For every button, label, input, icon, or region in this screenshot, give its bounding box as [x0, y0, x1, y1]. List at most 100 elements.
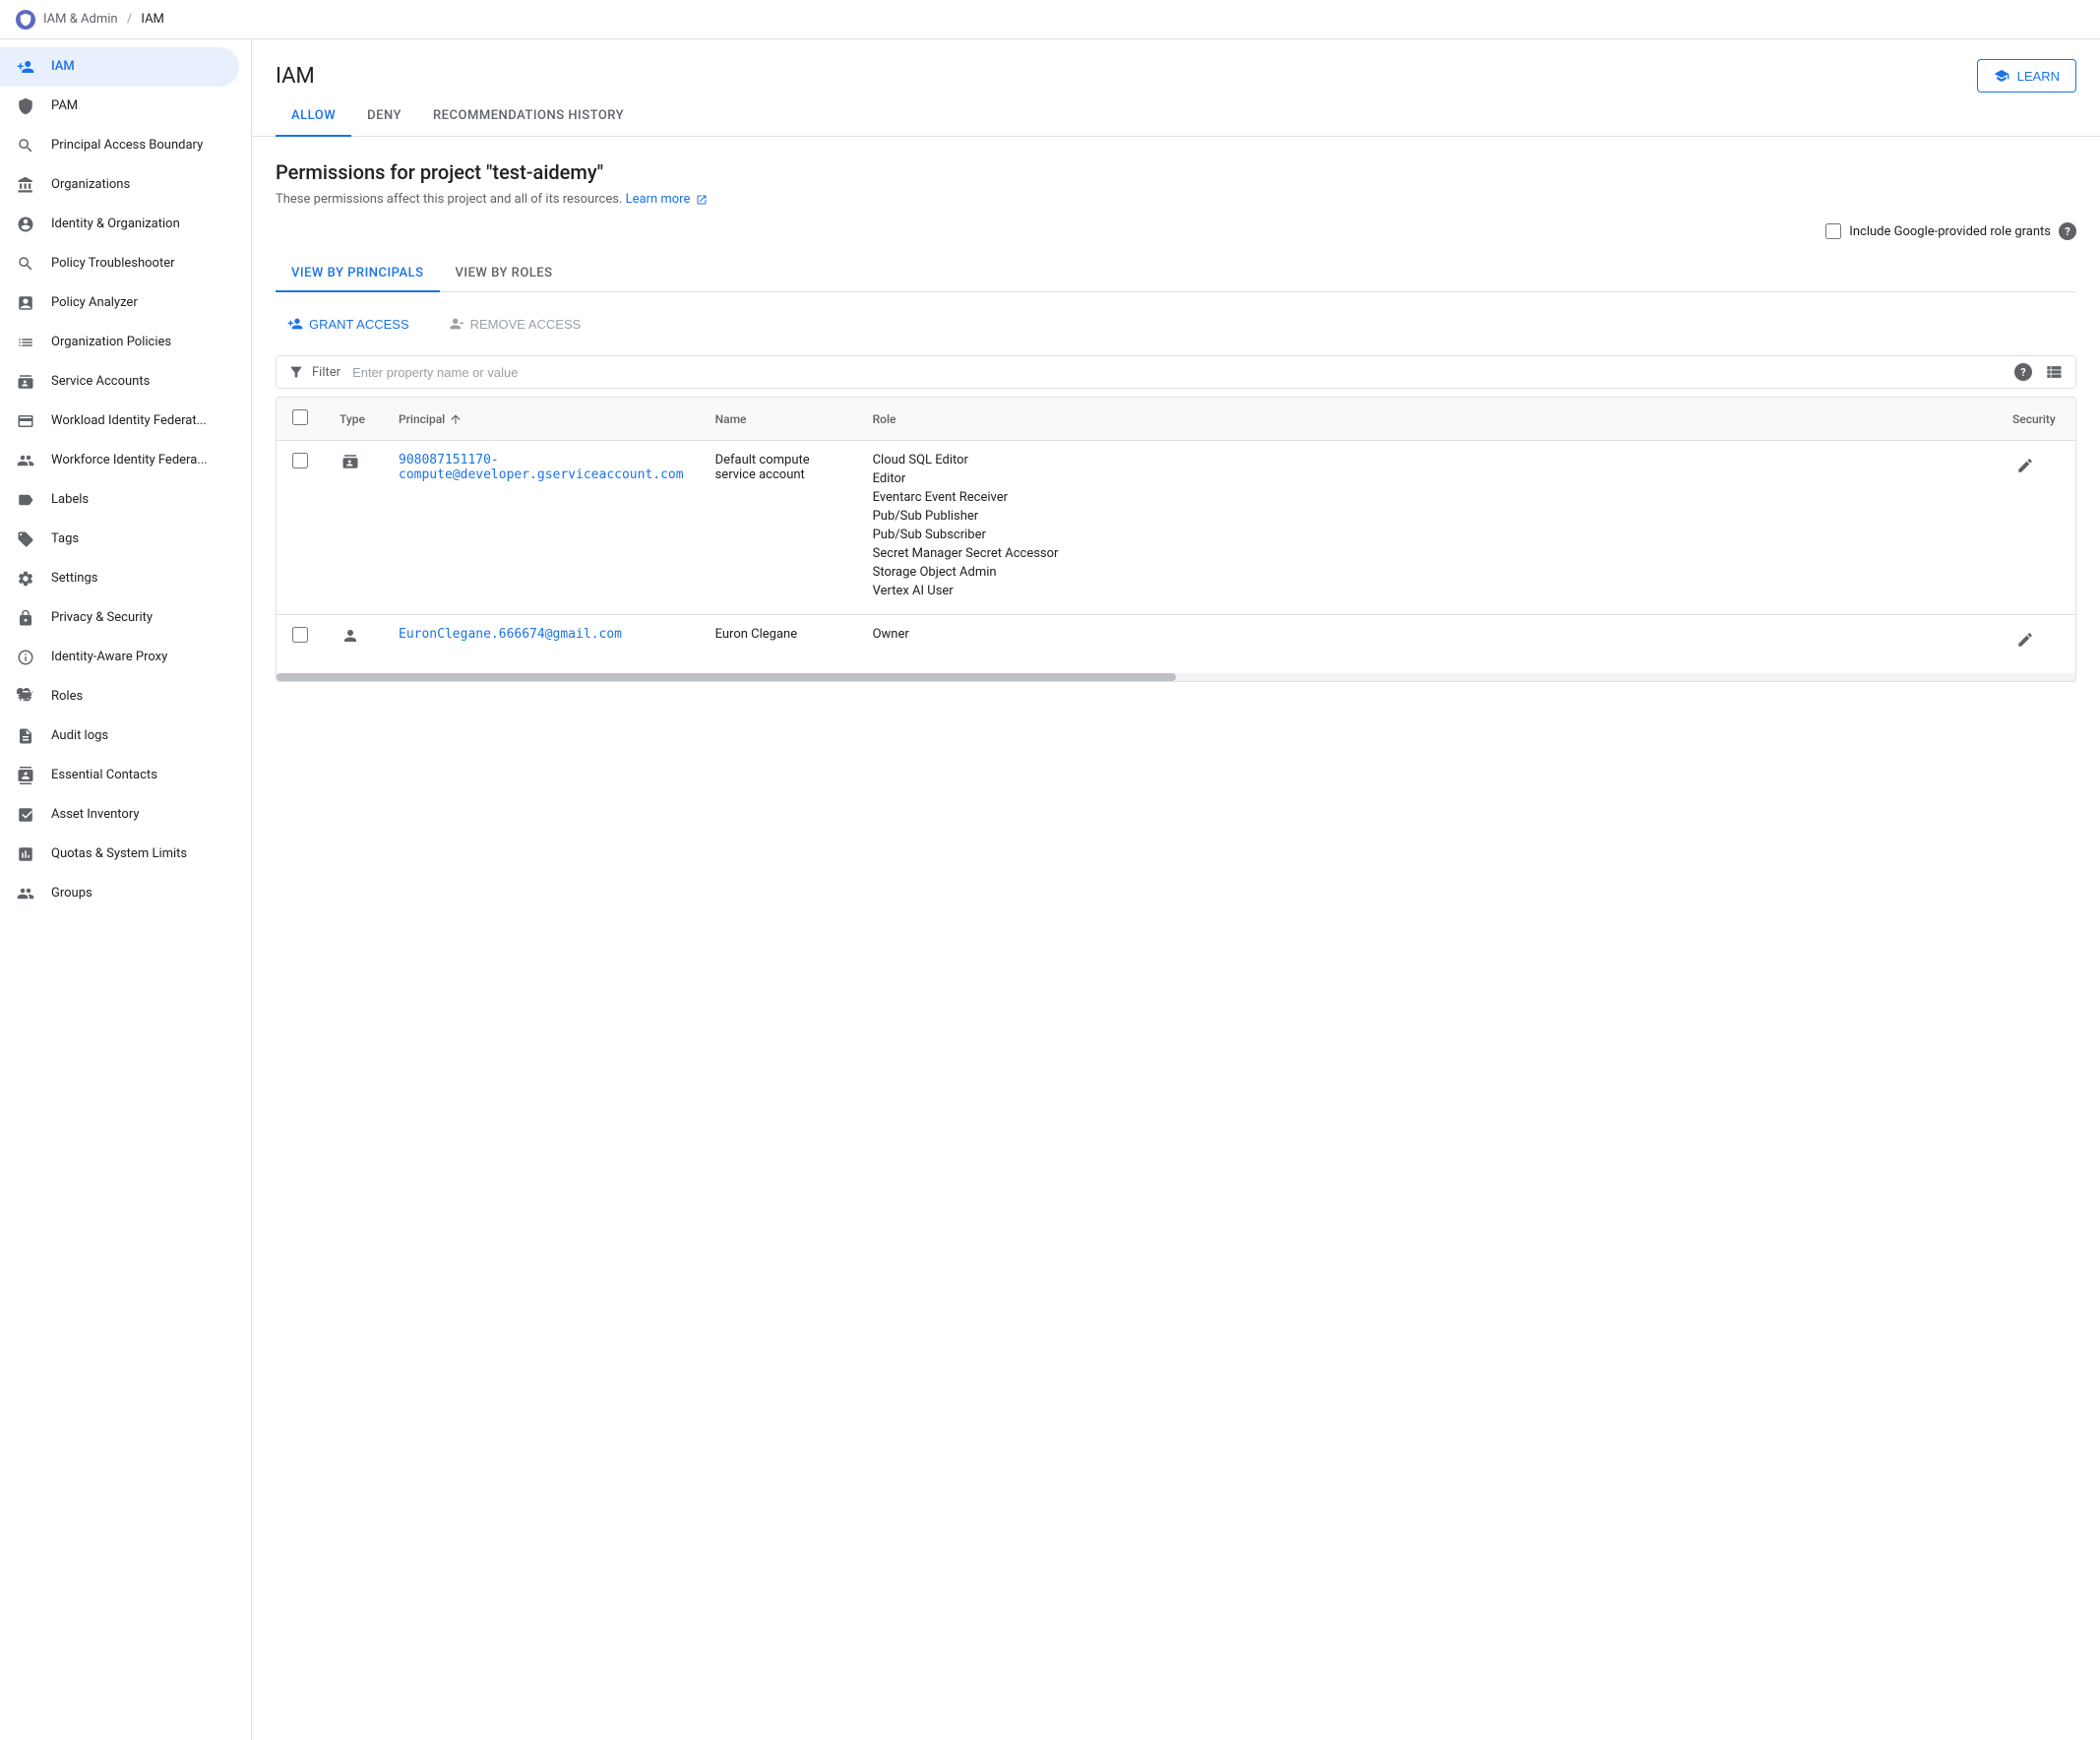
sidebar-item-essential-contacts[interactable]: Essential Contacts: [0, 756, 239, 795]
role-item: Pub/Sub Publisher: [873, 509, 1981, 524]
sidebar-item-label-privacy-security: Privacy & Security: [51, 609, 223, 627]
person-add-icon: [16, 57, 35, 77]
col-header-principal[interactable]: Principal: [383, 398, 700, 441]
tab-view-by-principals[interactable]: VIEW BY PRINCIPALS: [276, 256, 440, 292]
shield-icon: [16, 96, 35, 116]
sidebar-item-groups[interactable]: Groups: [0, 874, 239, 913]
gear-icon: [16, 569, 35, 589]
learn-more-link[interactable]: Learn more: [626, 192, 708, 207]
service-account-type-icon: [340, 453, 367, 470]
edit-button[interactable]: [2012, 453, 2038, 483]
filter-actions: ?: [2014, 362, 2064, 382]
sidebar-item-asset-inventory[interactable]: Asset Inventory: [0, 795, 239, 835]
main-tabs: ALLOW DENY RECOMMENDATIONS HISTORY: [252, 96, 2100, 137]
google-role-grants-label[interactable]: Include Google-provided role grants: [1849, 224, 2051, 239]
tag-icon: [16, 529, 35, 549]
role-item: Storage Object Admin: [873, 565, 1981, 580]
tab-deny[interactable]: DENY: [351, 96, 417, 137]
sidebar-item-label-essential-contacts: Essential Contacts: [51, 767, 223, 784]
role-item: Cloud SQL Editor: [873, 453, 1981, 467]
sidebar-item-label-groups: Groups: [51, 885, 223, 902]
sidebar-item-label-policy-troubleshooter: Policy Troubleshooter: [51, 255, 223, 273]
filter-help-icon[interactable]: ?: [2014, 363, 2032, 381]
sidebar-item-workforce-identity[interactable]: Workforce Identity Federa...: [0, 441, 239, 480]
role-item: Owner: [873, 627, 1981, 642]
sidebar-item-iap[interactable]: Identity-Aware Proxy: [0, 638, 239, 677]
tab-recommendations-history[interactable]: RECOMMENDATIONS HISTORY: [417, 96, 640, 137]
sidebar-item-labels[interactable]: Labels: [0, 480, 239, 520]
sidebar-item-label-org-policies: Organization Policies: [51, 334, 223, 351]
sidebar-item-iam[interactable]: IAM: [0, 47, 239, 87]
grant-access-icon: [287, 316, 303, 332]
col-header-security: Security: [1997, 398, 2075, 441]
table-row: 908087151170-compute@developer.gservicea…: [277, 441, 2075, 615]
view-tabs: VIEW BY PRINCIPALS VIEW BY ROLES: [276, 256, 2076, 292]
sidebar-item-audit-logs[interactable]: Audit logs: [0, 716, 239, 756]
filter-bar: Filter ?: [276, 355, 2076, 389]
sidebar-item-policy-troubleshooter[interactable]: Policy Troubleshooter: [0, 244, 239, 283]
role-grants-row: Include Google-provided role grants ?: [276, 222, 2076, 240]
cell-security: [1997, 615, 2075, 670]
role-item: Secret Manager Secret Accessor: [873, 546, 1981, 561]
list-icon: [16, 333, 35, 352]
sidebar-item-label-settings: Settings: [51, 570, 223, 588]
sidebar-item-organization-policies[interactable]: Organization Policies: [0, 323, 239, 362]
sidebar-item-label-pam: PAM: [51, 97, 223, 115]
horizontal-scrollbar[interactable]: [277, 673, 2075, 681]
cell-type: [324, 615, 383, 670]
sidebar-item-pam[interactable]: PAM: [0, 87, 239, 126]
contacts-icon: [16, 766, 35, 785]
cell-security: [1997, 441, 2075, 615]
sidebar-item-roles[interactable]: Roles: [0, 677, 239, 716]
learn-button[interactable]: LEARN: [1977, 59, 2076, 93]
column-settings-icon[interactable]: [2044, 362, 2064, 382]
sidebar-item-principal-access-boundary[interactable]: Principal Access Boundary: [0, 126, 239, 165]
grant-access-button[interactable]: GRANT ACCESS: [276, 308, 421, 340]
sidebar-item-label-quotas: Quotas & System Limits: [51, 845, 223, 863]
sidebar-item-policy-analyzer[interactable]: Policy Analyzer: [0, 283, 239, 323]
select-all-checkbox[interactable]: [292, 409, 308, 425]
boundary-icon: [16, 136, 35, 155]
role-item: Pub/Sub Subscriber: [873, 528, 1981, 542]
sidebar-item-privacy-security[interactable]: Privacy & Security: [0, 598, 239, 638]
filter-icon: [288, 364, 304, 380]
groups-icon: [16, 884, 35, 903]
iam-table: Type Principal Name: [276, 397, 2076, 682]
sidebar-item-label-iam: IAM: [51, 58, 223, 76]
user-type-icon: [340, 627, 367, 645]
remove-access-button[interactable]: REMOVE ACCESS: [437, 308, 593, 340]
page-header: IAM LEARN: [252, 39, 2100, 93]
sidebar-item-service-accounts[interactable]: Service Accounts: [0, 362, 239, 402]
learn-icon: [1994, 68, 2009, 84]
content-area: Permissions for project "test-aidemy" Th…: [252, 137, 2100, 706]
topbar-logo: [16, 10, 35, 30]
sidebar-item-settings[interactable]: Settings: [0, 559, 239, 598]
sidebar-item-identity-organization[interactable]: Identity & Organization: [0, 205, 239, 244]
cell-role: Cloud SQL EditorEditorEventarc Event Rec…: [857, 441, 1997, 615]
sidebar-item-label-roles: Roles: [51, 688, 223, 706]
help-icon[interactable]: ?: [2059, 222, 2076, 240]
privacy-icon: [16, 608, 35, 628]
service-account-icon: [16, 372, 35, 392]
role-item: Eventarc Event Receiver: [873, 490, 1981, 505]
sidebar-item-label-tags: Tags: [51, 530, 223, 548]
edit-button[interactable]: [2012, 627, 2038, 657]
table-row: EuronClegane.666674@gmail.comEuron Clega…: [277, 615, 2075, 670]
tab-allow[interactable]: ALLOW: [276, 96, 351, 137]
filter-input[interactable]: [352, 365, 2007, 380]
tab-view-by-roles[interactable]: VIEW BY ROLES: [440, 256, 569, 292]
workload-icon: [16, 411, 35, 431]
scrollbar-thumb: [277, 673, 1176, 681]
sidebar-item-organizations[interactable]: Organizations: [0, 165, 239, 205]
wrench-icon: [16, 254, 35, 274]
sidebar: IAM PAM Principal Access Boundary Organi…: [0, 39, 252, 1740]
sidebar-item-tags[interactable]: Tags: [0, 520, 239, 559]
audit-icon: [16, 726, 35, 746]
row-checkbox[interactable]: [292, 627, 308, 643]
row-checkbox[interactable]: [292, 453, 308, 468]
google-role-grants-checkbox[interactable]: [1825, 223, 1841, 239]
sidebar-item-workload-identity[interactable]: Workload Identity Federat...: [0, 402, 239, 441]
sidebar-item-label-pab: Principal Access Boundary: [51, 137, 223, 155]
cell-type: [324, 441, 383, 615]
sidebar-item-quotas[interactable]: Quotas & System Limits: [0, 835, 239, 874]
